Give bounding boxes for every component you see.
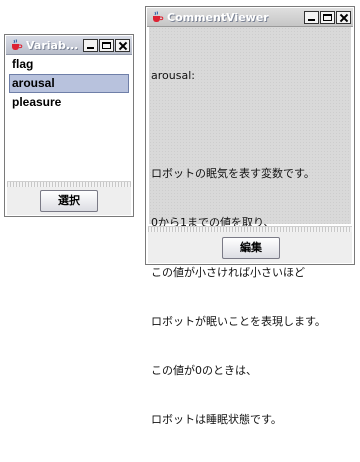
comment-window-title: CommentViewer	[167, 10, 269, 24]
list-item-flag[interactable]: flag	[9, 55, 129, 74]
java-cup-icon	[12, 39, 23, 50]
close-icon[interactable]	[115, 38, 130, 52]
list-item-pleasure[interactable]: pleasure	[9, 93, 129, 112]
button-bar: 編集	[148, 232, 352, 263]
minimize-icon[interactable]	[304, 10, 319, 24]
close-icon[interactable]	[336, 10, 351, 24]
button-bar: 選択	[7, 187, 131, 215]
comment-line: この値が小さければ小さいほど	[151, 265, 305, 279]
edit-button[interactable]: 編集	[222, 237, 280, 259]
comment-line: ロボットが眠いことを表現します。	[151, 314, 326, 328]
variable-window-titlebar[interactable]: Variab...	[6, 36, 132, 55]
comment-line: この値が0のときは、	[151, 364, 257, 378]
comment-line: arousal:	[151, 68, 195, 82]
minimize-icon[interactable]	[83, 38, 98, 52]
variable-window: Variab... flag arousal pleasure 選択	[4, 34, 134, 217]
maximize-icon[interactable]	[99, 38, 114, 52]
maximize-icon[interactable]	[320, 10, 335, 24]
comment-line: ロボットの眠気を表す変数です。	[151, 167, 315, 181]
comment-window-titlebar[interactable]: CommentViewer	[147, 8, 353, 27]
java-cup-icon	[153, 11, 164, 22]
list-item-arousal[interactable]: arousal	[9, 74, 129, 93]
select-button[interactable]: 選択	[40, 190, 98, 212]
comment-text-area[interactable]: arousal: ​ ロボットの眠気を表す変数です。 0から1までの値を取り、 …	[149, 27, 351, 426]
comment-line: ​	[151, 117, 349, 133]
variable-list[interactable]: flag arousal pleasure	[9, 55, 129, 112]
comment-window: CommentViewer arousal: ​ ロボットの眠気を表す変数です。…	[145, 6, 355, 426]
comment-line: ロボットは睡眠状態です。	[151, 413, 282, 427]
variable-window-title: Variab...	[26, 38, 79, 52]
